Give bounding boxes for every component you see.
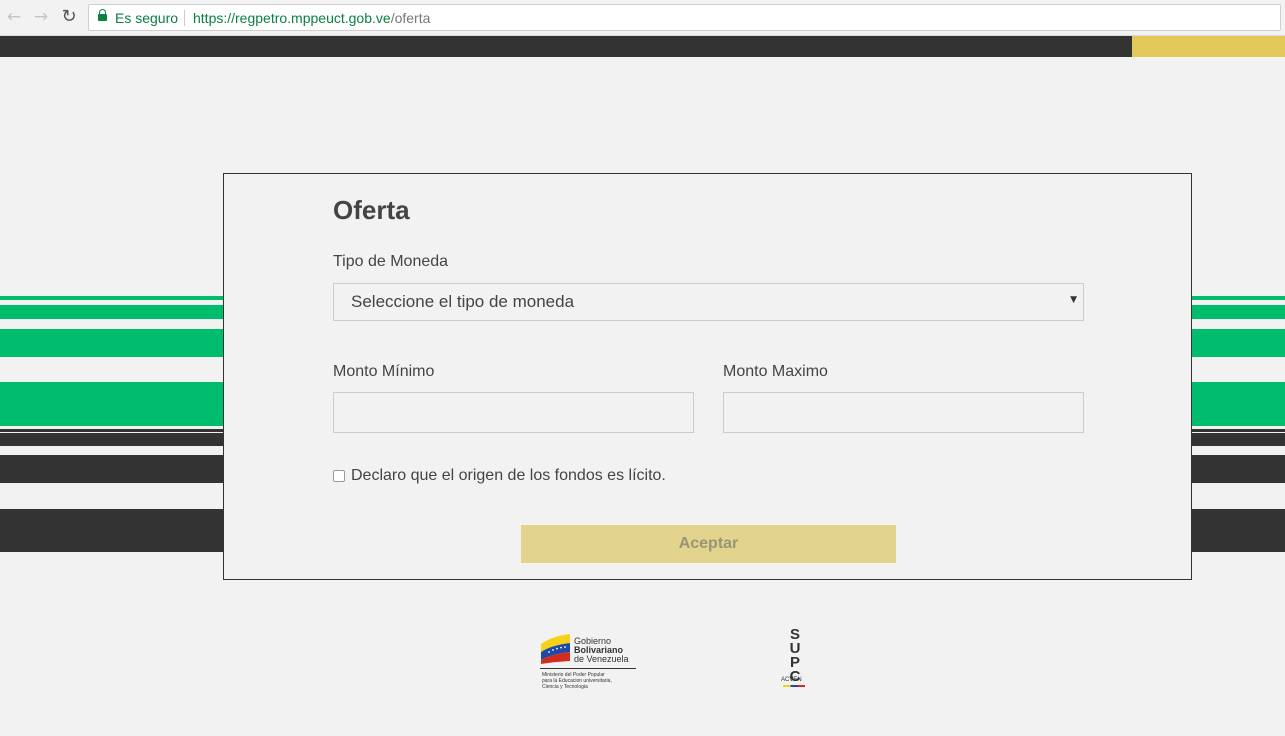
legal-funds-label[interactable]: Declaro que el origen de los fondos es l…	[351, 467, 666, 485]
currency-label: Tipo de Moneda	[333, 253, 449, 270]
venezuela-flag-icon	[541, 634, 570, 664]
currency-select-value: Seleccione el tipo de moneda	[351, 292, 575, 311]
supc-color-bar	[783, 685, 805, 687]
supc-letters: S U P C	[783, 627, 807, 684]
caret-down-icon: ▼	[1070, 295, 1077, 305]
accept-button[interactable]: Aceptar	[521, 525, 896, 563]
currency-select[interactable]: Seleccione el tipo de moneda ▼	[333, 283, 1084, 321]
back-arrow-icon[interactable]: ←	[5, 8, 23, 26]
url-text[interactable]: https://regpetro.mppeuct.gob.ve/oferta	[193, 10, 430, 26]
supc-subtitle: ACVEN	[781, 677, 802, 683]
url-host: https://regpetro.mppeuct.gob.ve	[193, 10, 391, 26]
ministry-line-3: Ciencia y Tecnologia	[542, 684, 588, 690]
min-amount-input[interactable]	[333, 392, 694, 433]
lock-icon	[98, 9, 107, 21]
gob-line-3: de Venezuela	[574, 654, 629, 664]
page-title: Oferta	[333, 195, 410, 225]
address-bar[interactable]: Es seguro https://regpetro.mppeuct.gob.v…	[88, 4, 1281, 31]
page: Oferta Tipo de Moneda Seleccione el tipo…	[0, 36, 1285, 736]
max-amount-input[interactable]	[723, 392, 1084, 433]
browser-toolbar: ← → ↻ Es seguro https://regpetro.mppeuct…	[0, 0, 1285, 36]
supc-logo: S U P C ACVEN	[781, 627, 811, 694]
logo-divider	[540, 668, 636, 669]
gobierno-bolivariano-logo: Gobierno Bolivariano de Venezuela Minist…	[540, 630, 640, 700]
top-bar-dark	[0, 36, 1132, 57]
offer-form-card: Oferta Tipo de Moneda Seleccione el tipo…	[223, 173, 1192, 580]
legal-funds-checkbox[interactable]	[333, 470, 345, 482]
reload-icon[interactable]: ↻	[60, 8, 78, 26]
forward-arrow-icon[interactable]: →	[32, 8, 50, 26]
max-amount-label: Monto Maximo	[723, 363, 828, 380]
top-bar-gold	[1132, 36, 1285, 57]
secure-label: Es seguro	[115, 10, 179, 26]
url-path: /oferta	[390, 10, 431, 26]
address-separator	[184, 10, 185, 26]
ministry-text: Ministerio del Poder Popular para la Edu…	[542, 672, 612, 690]
min-amount-label: Monto Mínimo	[333, 363, 435, 380]
gobierno-text: Gobierno Bolivariano de Venezuela	[574, 637, 629, 664]
